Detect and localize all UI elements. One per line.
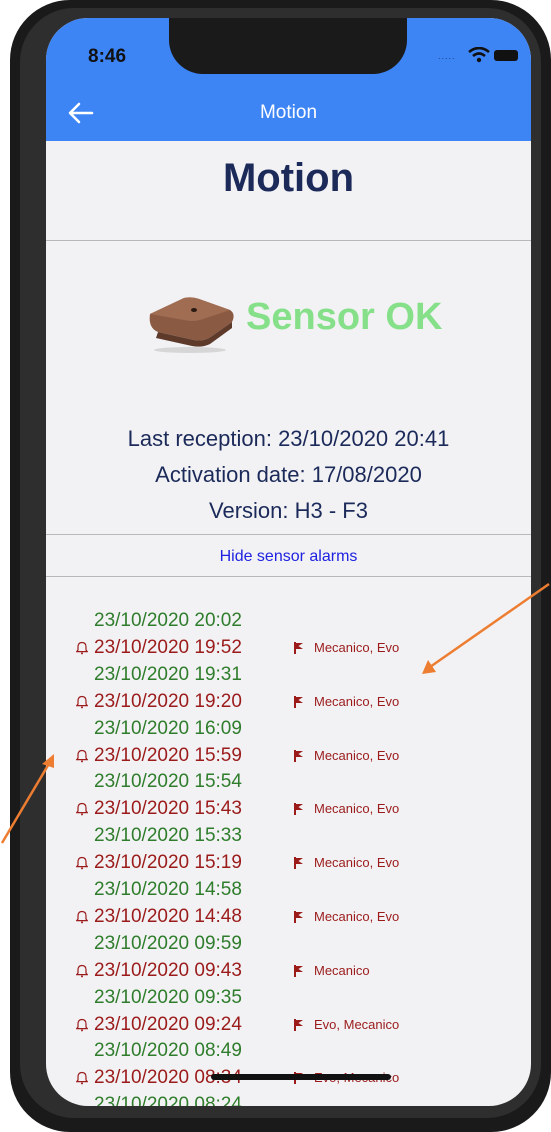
- sensor-device-image: [149, 297, 234, 353]
- annotation-arrow-right: [422, 582, 550, 674]
- sensor-flag-icon: [294, 857, 303, 870]
- event-row: 23/10/2020 16:09: [46, 718, 531, 745]
- event-time: 23/10/2020 14:48: [94, 905, 242, 927]
- sensor-status: Sensor OK: [246, 296, 443, 338]
- bell-icon: [76, 1072, 88, 1085]
- page-title: Motion: [222, 156, 355, 200]
- alarm-event-row: 23/10/2020 14:48 Mecanico, Evo: [46, 906, 531, 933]
- sensor-flag-icon: [294, 964, 303, 977]
- home-indicator[interactable]: [211, 1074, 391, 1080]
- navigation-bar: Motion: [46, 86, 531, 141]
- sensor-flag-icon: [294, 1018, 303, 1031]
- alarm-event-row: 23/10/2020 09:43 Mecanico: [46, 960, 531, 987]
- event-row: 23/10/2020 09:35: [46, 987, 531, 1014]
- event-time: 23/10/2020 15:54: [94, 771, 242, 793]
- event-row: 23/10/2020 14:58: [46, 879, 531, 906]
- event-time: 23/10/2020 15:43: [94, 798, 242, 820]
- wifi-icon: [468, 47, 490, 63]
- phone-frame: 8:46 ..... Motion Motion Sensor OK Last …: [10, 0, 551, 1132]
- divider: [46, 576, 531, 577]
- event-time: 23/10/2020 09:35: [94, 986, 242, 1008]
- event-row: 23/10/2020 15:33: [46, 825, 531, 852]
- event-sensors: Mecanico, Evo: [314, 801, 400, 817]
- event-row: 23/10/2020 09:59: [46, 933, 531, 960]
- signal-dots-icon: .....: [438, 51, 456, 61]
- event-sensors: Mecanico, Evo: [314, 639, 400, 655]
- sensor-flag-icon: [294, 803, 303, 816]
- app-screen: 8:46 ..... Motion Motion Sensor OK Last …: [46, 18, 531, 1106]
- event-time: 23/10/2020 09:24: [94, 1013, 242, 1035]
- alarm-event-row: 23/10/2020 15:19 Mecanico, Evo: [46, 852, 531, 879]
- activation-date: Activation date: 17/08/2020: [155, 462, 422, 487]
- event-sensors: Mecanico, Evo: [314, 908, 400, 924]
- bell-icon: [76, 749, 88, 762]
- alarm-event-row: 23/10/2020 15:43 Mecanico, Evo: [46, 798, 531, 825]
- bell-icon: [76, 641, 88, 655]
- event-time: 23/10/2020 15:59: [94, 744, 242, 766]
- hide-sensor-alarms-link[interactable]: Hide sensor alarms: [46, 548, 531, 566]
- alarm-event-row: 23/10/2020 09:24 Evo, Mecanico: [46, 1014, 531, 1041]
- event-time: 23/10/2020 19:31: [94, 663, 242, 685]
- event-time: 23/10/2020 08:24: [94, 1094, 242, 1106]
- bell-icon: [76, 1018, 88, 1031]
- event-sensors: Mecanico, Evo: [314, 855, 400, 871]
- version: Version: H3 - F3: [209, 498, 368, 523]
- event-time: 23/10/2020 19:20: [94, 690, 242, 712]
- event-time: 23/10/2020 14:58: [94, 879, 242, 900]
- event-row: 23/10/2020 15:54: [46, 771, 531, 798]
- event-sensors: Mecanico, Evo: [314, 747, 400, 763]
- event-time: 23/10/2020 15:19: [94, 852, 242, 874]
- bell-icon: [76, 910, 88, 924]
- event-row: 23/10/2020 08:49: [46, 1040, 531, 1067]
- bell-icon: [76, 695, 88, 709]
- battery-icon: [494, 50, 518, 61]
- event-time: 23/10/2020 09:59: [94, 932, 242, 954]
- bell-icon: [76, 964, 88, 978]
- event-sensors: Evo, Mecanico: [314, 1016, 400, 1032]
- event-time: 23/10/2020 19:52: [94, 636, 242, 658]
- event-row: 23/10/2020 08:24: [46, 1094, 531, 1106]
- divider: [46, 534, 531, 535]
- event-time: 23/10/2020 09:43: [94, 959, 242, 981]
- event-sensors: Mecanico: [314, 962, 370, 978]
- alarm-event-row: 23/10/2020 08:34Evo, Mecanico: [46, 1067, 531, 1094]
- sensor-flag-icon: [294, 910, 303, 923]
- last-reception: Last reception: 23/10/2020 20:41: [127, 426, 450, 451]
- event-time: 23/10/2020 08:49: [94, 1040, 242, 1062]
- nav-title: Motion: [259, 102, 318, 123]
- alarm-event-row: 23/10/2020 19:20 Mecanico, Evo: [46, 691, 531, 718]
- sensor-flag-icon: [294, 695, 303, 708]
- alarm-event-row: 23/10/2020 15:59 Mecanico, Evo: [46, 745, 531, 772]
- event-time: 23/10/2020 16:09: [94, 717, 242, 739]
- sensor-flag-icon: [294, 749, 303, 762]
- notch: [169, 18, 407, 74]
- annotation-arrow-left: [0, 754, 54, 844]
- status-time: 8:46: [88, 46, 127, 67]
- event-time: 23/10/2020 15:33: [94, 825, 242, 847]
- bell-icon: [76, 803, 88, 816]
- bell-icon: [76, 856, 88, 870]
- sensor-flag-icon: [294, 641, 303, 654]
- event-sensors: Mecanico, Evo: [314, 693, 400, 709]
- divider: [46, 240, 531, 241]
- event-time: 23/10/2020 20:02: [94, 610, 242, 631]
